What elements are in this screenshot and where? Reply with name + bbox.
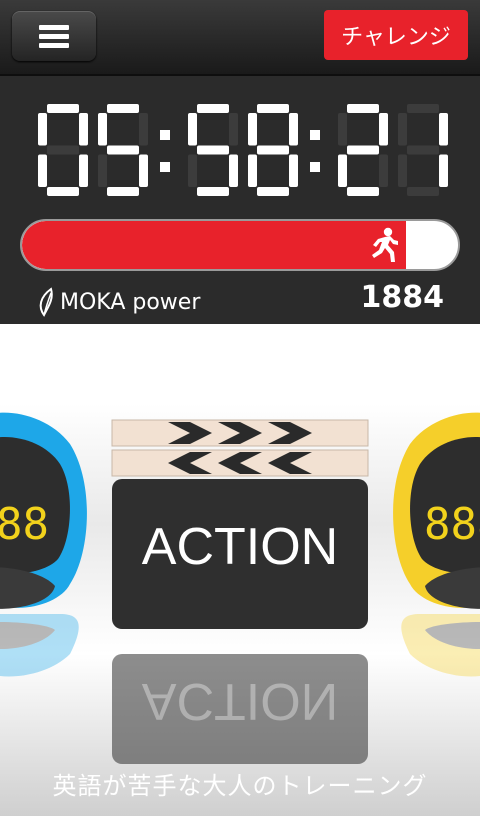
timer-colon [160,130,170,172]
timer-digit [188,104,238,196]
timer-digit [398,104,448,196]
timer-digit [98,104,148,196]
runner-icon [371,227,398,262]
action-clapperboard[interactable]: ACTION [111,419,369,629]
challenge-button[interactable]: チャレンジ [324,10,468,60]
leaf-icon [39,287,53,317]
left-device[interactable]: 88 [0,412,87,609]
moka-power: MOKA power [36,284,200,320]
left-device-digits: 88 [0,499,49,550]
menu-button[interactable] [12,11,96,61]
timer-colon [310,130,320,172]
timer-digit [338,104,388,196]
progress-fill [22,221,406,269]
chevron-stripes-icon [168,422,312,474]
moka-power-label: MOKA power [60,289,201,315]
right-device-digits: 888 [424,499,480,550]
timer-digit [248,104,298,196]
countdown-timer [38,104,448,196]
top-bar: チャレンジ [0,0,480,76]
action-stage: 88 888 [0,324,480,816]
tagline: 英語が苦手な大人のトレーニング [52,772,428,800]
right-device[interactable]: 888 [393,412,480,609]
timer-panel: MOKA power 1884 [0,76,480,324]
moka-power-value: 1884 [360,280,445,315]
stage-graphic: 88 888 [0,412,480,764]
hamburger-menu-icon [39,21,69,52]
timer-digit [38,104,88,196]
action-label: ACTION [142,518,338,576]
progress-bar [20,219,460,271]
